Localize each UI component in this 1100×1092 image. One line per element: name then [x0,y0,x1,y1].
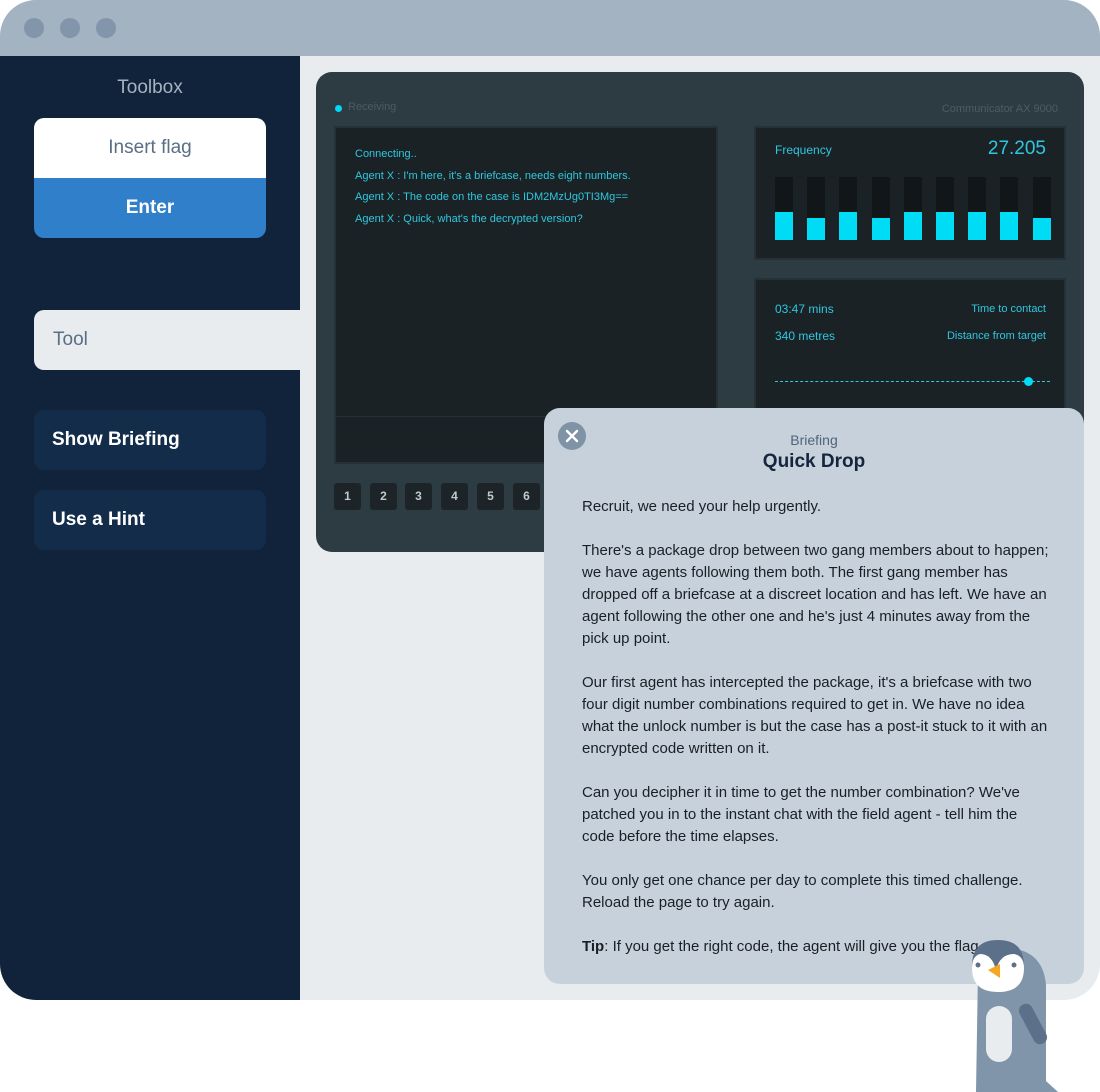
frequency-label: Frequency [775,143,832,157]
briefing-modal: Briefing Quick Drop Recruit, we need you… [544,408,1084,984]
frequency-bar-track [871,177,890,240]
show-briefing-button[interactable]: Show Briefing [34,410,266,470]
keypad-key-4[interactable]: 4 [441,483,468,510]
keypad-key-5[interactable]: 5 [477,483,504,510]
flag-input[interactable] [34,118,266,178]
enter-button[interactable]: Enter [34,178,266,238]
briefing-title: Quick Drop [762,451,866,472]
keypad-key-6[interactable]: 6 [513,483,540,510]
app-window: Toolbox Enter Tool Show Briefing Use a H… [0,0,1100,1000]
tip-label: Tip [582,938,605,955]
frequency-bar-track [968,177,987,240]
frequency-bar [1032,218,1051,240]
frequency-bar-track [839,177,858,240]
distance-value: 340 metres [775,329,836,343]
tip-text: : If you get the right code, the agent w… [604,938,983,955]
frequency-bar [968,212,987,240]
sidebar: Toolbox Enter Tool Show Briefing Use a H… [0,56,300,1000]
distance-label: Distance from target [946,330,1046,342]
chat-message: Connecting.. [355,148,417,160]
chat-message: Agent X : Quick, what's the decrypted ve… [355,212,583,225]
frequency-bar-track [903,177,922,240]
briefing-paragraph: You only get one chance per day to compl… [582,872,1023,911]
toolbox-title: Toolbox [117,77,183,98]
briefing-body: Recruit, we need your help urgently. The… [582,496,1052,980]
flag-form: Enter [34,118,266,238]
frequency-bar-track [807,177,826,240]
frequency-bar [775,212,793,240]
close-dot[interactable] [24,18,44,38]
maximize-dot[interactable] [96,18,116,38]
time-to-contact-label: Time to contact [971,303,1046,315]
frequency-value: 27.205 [987,138,1046,159]
penguin-mascot-icon [972,940,1058,1092]
progress-track [775,381,1050,382]
status-label: Receiving [348,101,397,113]
briefing-paragraph: There's a package drop between two gang … [582,542,1049,647]
tracking-panel: 03:47 mins Time to contact 340 metres Di… [754,278,1066,418]
frequency-bar [1000,212,1019,240]
frequency-bar [903,212,922,240]
keypad-key-2[interactable]: 2 [370,483,397,510]
frequency-bar [839,212,858,240]
progress-marker [1024,377,1033,386]
frequency-panel: Frequency 27.205 [754,126,1066,260]
frequency-bar-track [775,177,793,240]
briefing-paragraph: Recruit, we need your help urgently. [582,498,822,515]
briefing-subtitle: Briefing [790,432,838,448]
use-hint-button[interactable]: Use a Hint [34,490,266,550]
frequency-bar-track [1000,177,1019,240]
briefing-paragraph: Our first agent has intercepted the pack… [582,674,1048,757]
keypad-key-3[interactable]: 3 [405,483,432,510]
title-bar [0,0,1100,56]
frequency-bar [936,212,954,240]
frequency-bar-track [936,177,954,240]
receiving-indicator-icon [335,105,342,112]
frequency-bar [871,218,890,240]
briefing-paragraph: Can you decipher it in time to get the n… [582,784,1020,845]
device-name: Communicator AX 9000 [941,103,1058,115]
frequency-bar [807,218,826,240]
tab-tool[interactable]: Tool [34,310,300,370]
keypad-key-1[interactable]: 1 [334,483,361,510]
chat-log: Connecting.. Agent X : I'm here, it's a … [355,148,706,234]
frequency-bar-track [1032,177,1051,240]
chat-message: Agent X : I'm here, it's a briefcase, ne… [355,169,631,182]
time-to-contact-value: 03:47 mins [775,302,834,316]
minimize-dot[interactable] [60,18,80,38]
chat-message: Agent X : The code on the case is IDM2Mz… [355,191,629,203]
